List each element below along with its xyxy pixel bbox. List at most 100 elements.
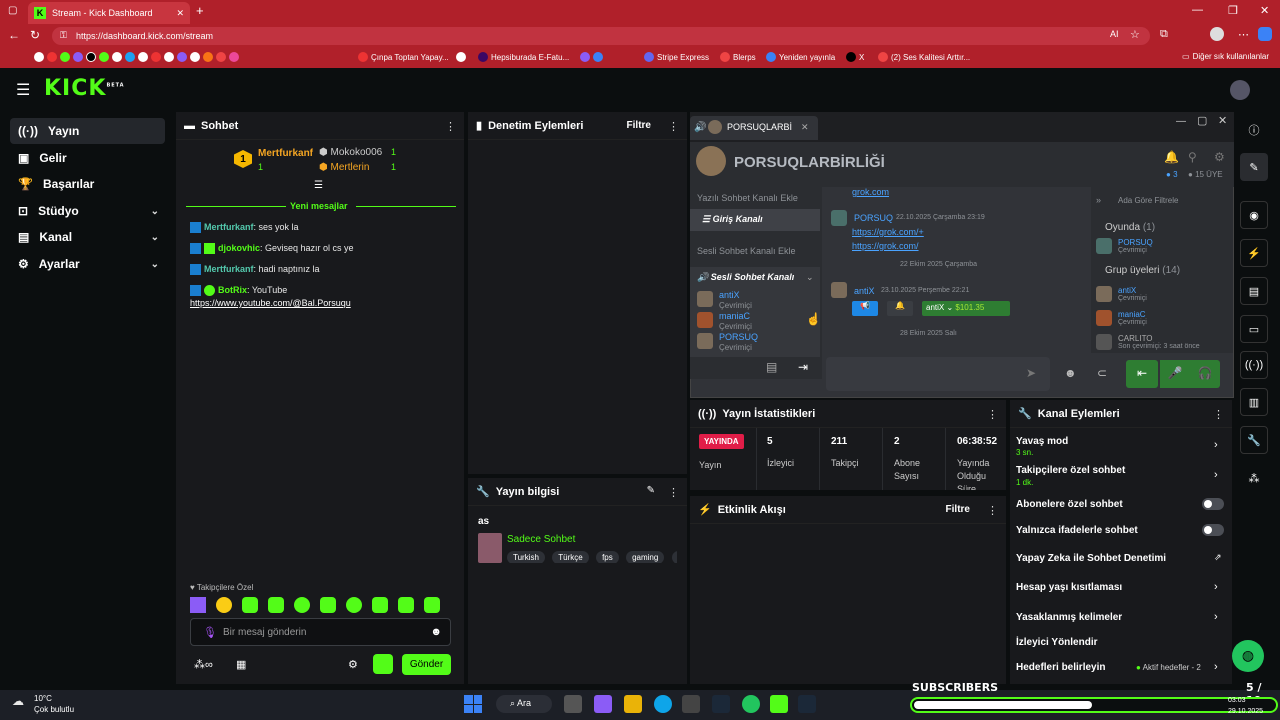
bookmark-item[interactable]: (2) Ses Kalitesi Arttır... [878, 52, 970, 62]
leader-name[interactable]: Mertfurkanf [258, 148, 313, 159]
stats-menu-icon[interactable]: ⋮ [987, 408, 998, 421]
add-member-icon[interactable]: ⚲ [1188, 150, 1197, 164]
message-link[interactable]: https://grok.com/+ [852, 227, 924, 237]
chat-link[interactable]: https://www.youtube.com/@Bal.Porsuqu [190, 298, 351, 308]
add-text-channel[interactable]: Yazılı Sohbet Kanalı Ekle [697, 193, 798, 203]
voice-user[interactable]: PORSUQ [719, 332, 758, 342]
channel-actions-menu-icon[interactable]: ⋮ [1213, 408, 1224, 421]
kick-bot-icon[interactable] [373, 654, 393, 674]
add-voice-channel[interactable]: Sesli Sohbet Kanalı Ekle [697, 246, 796, 256]
close-window-icon[interactable]: ✕ [1260, 4, 1269, 17]
sidebar-item-gelir[interactable]: ▣ Gelir [10, 145, 165, 171]
menu-icon[interactable]: ☰ [16, 80, 30, 100]
weather-temp[interactable]: 10°C [34, 694, 52, 703]
slow-mode-row[interactable]: Yavaş mod [1016, 436, 1068, 447]
chevron-right-icon[interactable]: › [1214, 469, 1218, 481]
edge-icon[interactable] [654, 695, 672, 713]
emote-row[interactable] [190, 597, 452, 613]
sidebar-item-basarilar[interactable]: 🏆 Başarılar [10, 171, 165, 197]
account-age-row[interactable]: Hesap yaşı kısıtlaması [1016, 582, 1122, 593]
more-icon[interactable]: ⋯ [1238, 28, 1249, 41]
whatsapp-icon[interactable] [742, 695, 760, 713]
notes-icon[interactable]: ▤ [1240, 277, 1268, 305]
layout-icon[interactable]: ▥ [1240, 388, 1268, 416]
member-search[interactable]: Ada Göre Filtrele [1118, 196, 1178, 205]
minimize-icon[interactable]: — [1176, 116, 1186, 127]
close-tab-icon[interactable]: ✕ [801, 122, 809, 133]
tab-actions-icon[interactable]: ▢ [8, 5, 17, 16]
chat-settings-icon[interactable]: ⚙ [348, 658, 358, 671]
emoji-icon[interactable]: ☻ [1064, 366, 1077, 380]
voice-user[interactable]: antiX [719, 290, 740, 300]
favorite-star-icon[interactable]: ☆ [1130, 28, 1140, 41]
close-window-icon[interactable]: ✕ [1218, 114, 1227, 127]
megaphone-icon[interactable]: 📢 [852, 301, 878, 316]
new-tab-button[interactable]: + [196, 3, 204, 18]
copilot-icon[interactable] [1258, 27, 1272, 41]
user-avatar[interactable] [1230, 80, 1250, 100]
send-icon[interactable]: ➤ [1026, 366, 1036, 380]
bookmark-item[interactable]: Hepsiburada E-Fatu... [478, 52, 569, 62]
banned-words-row[interactable]: Yasaklanmış kelimeler [1016, 612, 1122, 623]
lightning-icon[interactable]: ⚡ [1240, 239, 1268, 267]
disconnect-icon[interactable]: ⇤ [1126, 360, 1158, 388]
emoji-icon[interactable]: ☻ [430, 626, 442, 638]
server-settings-icon[interactable]: ⚙ [1214, 150, 1225, 164]
calendar-icon[interactable]: ▤ [766, 360, 777, 374]
bookmark-item[interactable]: X [846, 52, 864, 62]
leader-name[interactable]: ⬢ Mokoko006 [319, 147, 382, 158]
headphone-icon[interactable]: 🎧 [1190, 360, 1220, 388]
member-name[interactable]: PORSUQ [1118, 238, 1153, 247]
message-author[interactable]: PORSUQ [854, 213, 893, 223]
stream-info-menu-icon[interactable]: ⋮ [668, 486, 679, 499]
edit-icon[interactable]: ✎ [647, 485, 655, 496]
leader-name[interactable]: ⬢ Mertlerin [319, 162, 369, 173]
extensions-icon[interactable]: ⧉ [1160, 28, 1168, 41]
edit-icon[interactable]: ✎ [1240, 153, 1268, 181]
users-icon[interactable]: ⁂∞ [194, 658, 213, 671]
app-icon[interactable] [594, 695, 612, 713]
community-icon[interactable]: ⁂ [1240, 464, 1268, 492]
goals-row[interactable]: Hedefleri belirleyin [1016, 662, 1105, 673]
member-name[interactable]: CARLITO [1118, 334, 1153, 343]
bookmark-item[interactable]: Yeniden yayınla [766, 52, 835, 62]
member-name[interactable]: maniaC [1118, 310, 1146, 319]
chevron-right-icon[interactable]: › [1214, 439, 1218, 451]
chat-menu-icon[interactable]: ⋮ [445, 120, 456, 133]
mic-icon[interactable]: 🎤 [1160, 360, 1190, 388]
microphone-icon[interactable]: 🎙 [203, 626, 217, 639]
profile-avatar[interactable] [1210, 27, 1224, 41]
tag[interactable]: gaming [626, 551, 665, 563]
filter-button[interactable]: Filtre [627, 120, 651, 131]
collapse-icon[interactable]: » [1096, 195, 1101, 205]
url-input[interactable]: ⚿ https://dashboard.kick.com/stream [52, 27, 1150, 45]
file-explorer-icon[interactable] [624, 695, 642, 713]
emote-only-toggle[interactable] [1202, 524, 1224, 536]
bookmark-icons-group[interactable] [34, 52, 239, 62]
followers-only-row[interactable]: Takipçilere özel sohbet [1016, 465, 1125, 476]
chevron-right-icon[interactable]: › [1214, 581, 1218, 593]
voice-user[interactable]: maniaC [719, 311, 750, 321]
mod-menu-icon[interactable]: ⋮ [668, 120, 679, 133]
steam-icon[interactable] [712, 695, 730, 713]
sidebar-item-studyo[interactable]: ⊡ Stüdyo ⌄ [10, 198, 165, 224]
maximize-icon[interactable]: ▢ [1197, 114, 1207, 127]
bookmark-item[interactable]: Blerps [720, 52, 756, 62]
sidebar-item-kanal[interactable]: ▤ Kanal ⌄ [10, 224, 165, 250]
category-name[interactable]: Sadece Sohbet [507, 534, 575, 545]
tip-tag[interactable]: antiX ⌄ $101.35 [922, 301, 1010, 316]
chevron-down-icon[interactable]: ⌄ [806, 272, 814, 283]
message-link[interactable]: https://grok.com/ [852, 241, 919, 251]
message-author[interactable]: antiX [854, 286, 875, 296]
raid-row[interactable]: İzleyici Yönlendir [1016, 637, 1098, 648]
activity-menu-icon[interactable]: ⋮ [987, 504, 998, 517]
broadcast-icon[interactable]: ((·)) [1240, 351, 1268, 379]
kick-app-icon[interactable] [770, 695, 788, 713]
tag[interactable]: Turkish [507, 551, 545, 563]
chat-input[interactable]: 🎙 Bir mesaj gönderin ☻ [190, 618, 451, 646]
bookmark-item[interactable]: Çınpa Toptan Yapay... [358, 52, 449, 62]
subscribers-only-toggle[interactable] [1202, 498, 1224, 510]
sidebar-item-ayarlar[interactable]: ⚙ Ayarlar ⌄ [10, 251, 165, 277]
chat-bubble-icon[interactable]: ▭ [1240, 315, 1268, 343]
bookmark-folder[interactable]: ▭ Diğer sık kullanılanlar [1182, 52, 1269, 61]
